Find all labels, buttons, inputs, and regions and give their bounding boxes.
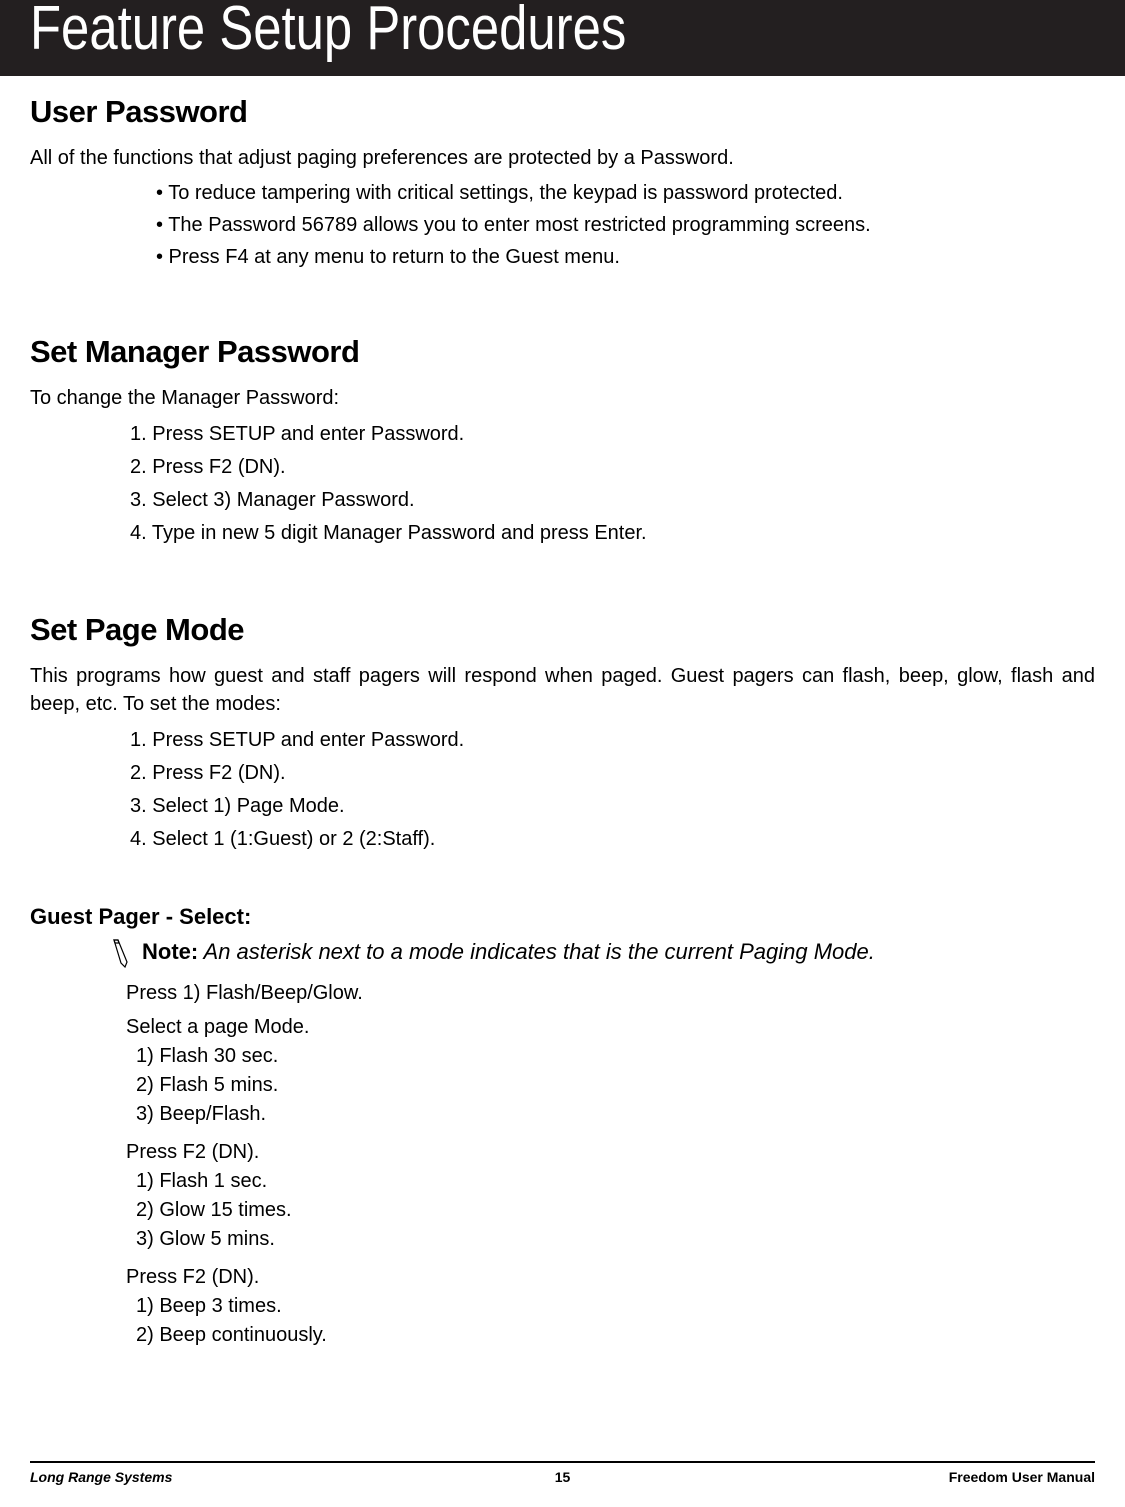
step-item: 1. Press SETUP and enter Password. [130, 418, 1095, 451]
step-item: 1. Press SETUP and enter Password. [130, 724, 1095, 757]
guest-option: 1) Flash 1 sec. [136, 1167, 1095, 1196]
bullet-list-user-password: • To reduce tampering with critical sett… [156, 178, 1095, 272]
footer-left: Long Range Systems [30, 1469, 172, 1485]
guest-option: 3) Beep/Flash. [136, 1100, 1095, 1129]
step-item: 3. Select 3) Manager Password. [130, 484, 1095, 517]
guest-block-3: Press F2 (DN). 1) Beep 3 times. 2) Beep … [30, 1262, 1095, 1350]
heading-user-password: User Password [30, 94, 1095, 130]
steps-set-page-mode: 1. Press SETUP and enter Password. 2. Pr… [130, 724, 1095, 856]
step-item: 2. Press F2 (DN). [130, 451, 1095, 484]
guest-block-1: Press 1) Flash/Beep/Glow. Select a page … [30, 978, 1095, 1129]
guest-line: Press 1) Flash/Beep/Glow. [126, 978, 1095, 1008]
footer: Long Range Systems 15 Freedom User Manua… [30, 1461, 1095, 1485]
content-area: User Password All of the functions that … [0, 76, 1125, 1350]
steps-set-manager-password: 1. Press SETUP and enter Password. 2. Pr… [130, 418, 1095, 550]
step-item: 4. Type in new 5 digit Manager Password … [130, 517, 1095, 550]
guest-option: 2) Beep continuously. [136, 1321, 1095, 1350]
guest-line: Press F2 (DN). [126, 1262, 1095, 1292]
step-item: 3. Select 1) Page Mode. [130, 790, 1095, 823]
note-label: Note: [142, 939, 198, 964]
intro-user-password: All of the functions that adjust paging … [30, 144, 1095, 172]
heading-guest-pager-select: Guest Pager - Select: [30, 904, 1095, 930]
bullet-item: • To reduce tampering with critical sett… [156, 178, 1095, 208]
note-row: Note: An asterisk next to a mode indicat… [108, 938, 1095, 968]
guest-line: Press F2 (DN). [126, 1137, 1095, 1167]
guest-option: 2) Flash 5 mins. [136, 1071, 1095, 1100]
pencil-icon [108, 938, 132, 968]
heading-set-page-mode: Set Page Mode [30, 612, 1095, 648]
step-item: 2. Press F2 (DN). [130, 757, 1095, 790]
guest-option: 1) Beep 3 times. [136, 1292, 1095, 1321]
note-body: An asterisk next to a mode indicates tha… [198, 939, 875, 964]
step-item: 4. Select 1 (1:Guest) or 2 (2:Staff). [130, 823, 1095, 856]
heading-set-manager-password: Set Manager Password [30, 334, 1095, 370]
guest-option: 3) Glow 5 mins. [136, 1225, 1095, 1254]
page-title: Feature Setup Procedures [30, 0, 626, 60]
note-text: Note: An asterisk next to a mode indicat… [142, 938, 875, 967]
guest-option: 1) Flash 30 sec. [136, 1042, 1095, 1071]
footer-right: Freedom User Manual [949, 1469, 1095, 1485]
footer-page-number: 15 [555, 1469, 571, 1485]
guest-option: 2) Glow 15 times. [136, 1196, 1095, 1225]
header-bar: Feature Setup Procedures [0, 0, 1125, 76]
guest-line: Select a page Mode. [126, 1012, 1095, 1042]
intro-set-manager-password: To change the Manager Password: [30, 384, 1095, 412]
intro-set-page-mode: This programs how guest and staff pagers… [30, 662, 1095, 718]
bullet-item: • Press F4 at any menu to return to the … [156, 242, 1095, 272]
guest-block-2: Press F2 (DN). 1) Flash 1 sec. 2) Glow 1… [30, 1137, 1095, 1254]
bullet-item: • The Password 56789 allows you to enter… [156, 210, 1095, 240]
